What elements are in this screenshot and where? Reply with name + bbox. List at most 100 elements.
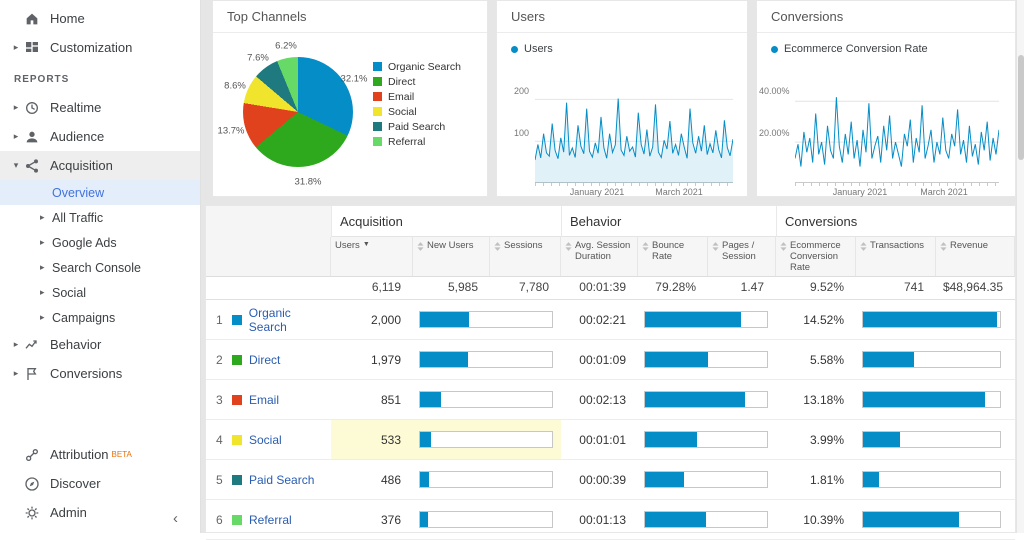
column-header-ecommerce-conversion-rate[interactable]: Ecommerce Conversion Rate [776, 237, 856, 277]
legend-dot-icon [511, 46, 518, 53]
sidebar-item-behavior[interactable]: ▸ Behavior [0, 330, 200, 359]
sidebar-item-attribution[interactable]: Attribution BETA [0, 440, 200, 469]
sort-icon [494, 242, 501, 255]
sidebar-item-realtime[interactable]: ▸ Realtime [0, 93, 200, 122]
admin-gear-icon [24, 504, 41, 521]
table-row: 6Referral 376 00:01:13 10.39% [206, 500, 1015, 540]
y-axis-tick: 200 [499, 86, 529, 96]
audience-person-icon [24, 128, 41, 145]
realtime-clock-icon [24, 99, 41, 116]
transactions-bar [862, 391, 1001, 408]
avg-session-duration-value: 00:01:13 [561, 500, 638, 540]
row-index: 1 [216, 313, 232, 327]
pie-slice-label: 13.7% [218, 126, 245, 137]
users-bar [419, 311, 553, 328]
sidebar-item-admin[interactable]: Admin [0, 498, 200, 527]
expand-arrow-icon: ▸ [10, 368, 22, 379]
sidebar-item-all-traffic[interactable]: ▸ All Traffic [0, 205, 200, 230]
column-header-transactions[interactable]: Transactions [856, 237, 936, 277]
vertical-scrollbar[interactable] [1016, 0, 1024, 533]
bounce-rate-bar [644, 351, 768, 368]
sort-icon [642, 242, 649, 255]
conversions-chart-legend[interactable]: Ecommerce Conversion Rate [757, 33, 1015, 57]
users-bar [419, 391, 553, 408]
channel-link[interactable]: Social [249, 433, 282, 447]
sidebar-item-audience[interactable]: ▸ Audience [0, 122, 200, 151]
sidebar-item-acquisition[interactable]: ▾ Acquisition [0, 151, 200, 180]
users-bar [419, 471, 553, 488]
total-ecommerce-conversion-rate: 9.52% [776, 274, 856, 300]
legend-label: Social [388, 106, 417, 118]
table-group-header-row: Acquisition Behavior Conversions [206, 206, 1015, 237]
transactions-bar [862, 431, 1001, 448]
legend-item-organic-search[interactable]: Organic Search [373, 59, 461, 74]
expand-arrow-icon: ▸ [10, 131, 22, 142]
sidebar-collapse-chevron[interactable]: ‹ [173, 510, 178, 527]
users-panel: Users Users 200 100 January 2021 March 2… [496, 0, 748, 197]
sidebar-item-search-console[interactable]: ▸ Search Console [0, 255, 200, 280]
legend-item-paid-search[interactable]: Paid Search [373, 119, 461, 134]
column-header-avg-session-duration[interactable]: Avg. Session Duration [561, 237, 638, 277]
channels-pie[interactable] [243, 57, 353, 167]
sidebar-item-label: Search Console [52, 261, 141, 275]
legend-item-social[interactable]: Social [373, 104, 461, 119]
sidebar-item-discover[interactable]: Discover [0, 469, 200, 498]
sidebar-item-label: Discover [50, 476, 101, 491]
channel-link[interactable]: Organic Search [249, 306, 331, 334]
expand-arrow-icon: ▸ [10, 42, 22, 53]
sidebar-item-conversions[interactable]: ▸ Conversions [0, 359, 200, 388]
column-header-new-users[interactable]: New Users [413, 237, 490, 277]
legend-label: Paid Search [388, 121, 445, 133]
conversions-line-chart: 40.00% 20.00% January 2021 March 2021 [757, 57, 1015, 187]
legend-label: Ecommerce Conversion Rate [784, 43, 928, 55]
expand-arrow-icon: ▸ [40, 237, 52, 248]
transactions-bar [862, 311, 1001, 328]
channel-link[interactable]: Paid Search [249, 473, 314, 487]
users-line-chart: 200 100 January 2021 March 2021 [497, 57, 747, 187]
row-index: 6 [216, 513, 232, 527]
channels-table: Acquisition Behavior Conversions Users ▼… [205, 205, 1016, 533]
legend-item-email[interactable]: Email [373, 89, 461, 104]
legend-item-direct[interactable]: Direct [373, 74, 461, 89]
sidebar-item-customization[interactable]: ▸ Customization [0, 33, 200, 62]
channel-color-swatch [232, 395, 242, 405]
table-row: 4Social 533 00:01:01 3.99% [206, 420, 1015, 460]
legend-swatch [373, 77, 382, 86]
table-corner-cell [206, 237, 331, 277]
sidebar-item-overview[interactable]: Overview [0, 180, 200, 205]
column-header-users[interactable]: Users ▼ [331, 237, 413, 277]
channel-link[interactable]: Direct [249, 353, 280, 367]
sidebar-item-label: Customization [50, 40, 132, 55]
sidebar-item-google-ads[interactable]: ▸ Google Ads [0, 230, 200, 255]
legend-item-referral[interactable]: Referral [373, 134, 461, 149]
sort-icon [860, 242, 867, 255]
users-value: 533 [331, 420, 413, 460]
users-chart-legend[interactable]: Users [497, 33, 747, 57]
channel-link[interactable]: Email [249, 393, 279, 407]
column-header-pages-session[interactable]: Pages / Session [708, 237, 776, 277]
legend-label: Referral [388, 136, 425, 148]
sidebar-item-campaigns[interactable]: ▸ Campaigns [0, 305, 200, 330]
sidebar-item-label: Realtime [50, 100, 101, 115]
legend-swatch [373, 122, 382, 131]
sidebar-item-label: Admin [50, 505, 87, 520]
column-header-revenue[interactable]: Revenue [936, 237, 1015, 277]
customization-icon [24, 39, 41, 56]
row-index: 3 [216, 393, 232, 407]
sidebar-item-label: Audience [50, 129, 104, 144]
sidebar-item-home[interactable]: Home [0, 4, 200, 33]
x-axis-label: January 2021 [570, 187, 625, 197]
sort-icon [780, 242, 787, 255]
column-header-bounce-rate[interactable]: Bounce Rate [638, 237, 708, 277]
column-header-sessions[interactable]: Sessions [490, 237, 561, 277]
scrollbar-thumb[interactable] [1018, 55, 1024, 160]
beta-badge: BETA [112, 450, 132, 459]
users-bar [419, 431, 553, 448]
total-revenue: $48,964.35 [936, 274, 1015, 300]
avg-session-duration-value: 00:01:01 [561, 420, 638, 460]
users-value: 376 [331, 500, 413, 540]
legend-swatch [373, 92, 382, 101]
channel-link[interactable]: Referral [249, 513, 292, 527]
sidebar-item-social[interactable]: ▸ Social [0, 280, 200, 305]
x-axis-label: March 2021 [655, 187, 703, 197]
